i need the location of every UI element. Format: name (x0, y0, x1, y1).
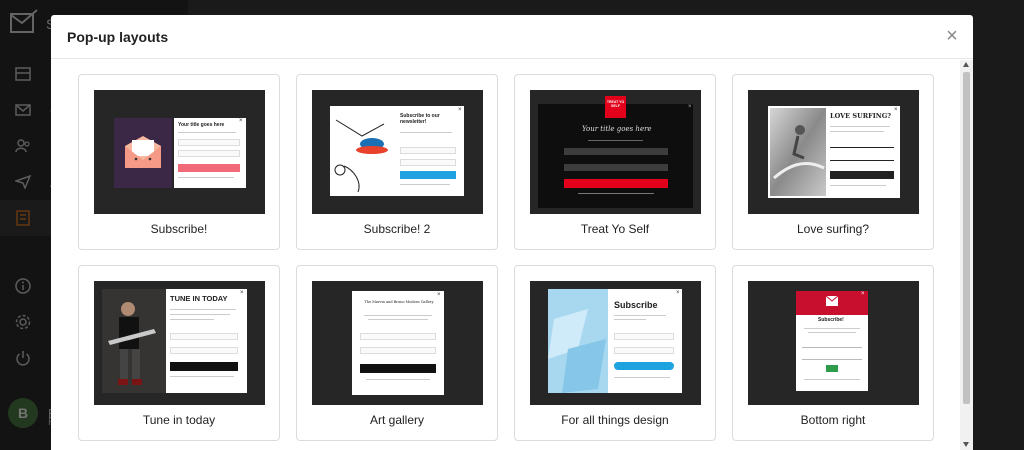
layout-card-subscribe[interactable]: × Your title goes here Subscribe! (78, 74, 280, 250)
layout-card-label: Tune in today (142, 413, 216, 427)
layout-preview: × Subscribe (530, 281, 701, 405)
preview-title: Your title goes here (178, 122, 225, 128)
preview-title: Subscribe to our newsletter! (400, 113, 440, 125)
layout-preview: × TUNE IN TODAY (94, 281, 265, 405)
scroll-up-arrow-icon[interactable] (963, 62, 969, 67)
envelope-icon (825, 295, 839, 306)
preview-title: The Marvin and Bruno Modern Gallery (364, 300, 434, 304)
layout-grid: × Your title goes here Subscribe! × Subs… (78, 74, 934, 441)
layout-card-love-surfing[interactable]: × LOVE SURFING? Love surfing? (732, 74, 934, 250)
preview-title: Subscribe (614, 300, 658, 310)
preview-title: LOVE SURFING? (830, 112, 892, 120)
surfer-photo (770, 108, 826, 196)
preview-title: TUNE IN TODAY (170, 294, 228, 303)
preview-title: Your title goes here (582, 125, 652, 133)
modal-scrollbar[interactable] (960, 60, 973, 450)
layout-card-label: Subscribe! (150, 222, 208, 236)
layout-preview: × Your title goes here (94, 90, 265, 214)
envelope-illustration-icon (125, 136, 161, 168)
layout-card-art-gallery[interactable]: × The Marvin and Bruno Modern Gallery Ar… (296, 265, 498, 441)
layout-preview: × LOVE SURFING? (748, 90, 919, 214)
close-icon[interactable]: × (943, 26, 961, 46)
layout-card-label: Treat Yo Self (580, 222, 650, 236)
modal-body: × Your title goes here Subscribe! × Subs… (51, 60, 973, 450)
abstract-shapes-illustration (548, 289, 608, 393)
modal-title: Pop-up layouts (67, 28, 169, 45)
layout-card-bottom-right[interactable]: × Subscribe! Bottom right (732, 265, 934, 441)
layout-preview: TREAT YO SELF × Your title goes here (530, 90, 701, 214)
layout-card-for-all-things-design[interactable]: × Subscribe For all things design (514, 265, 716, 441)
popup-layouts-modal: Pop-up layouts × × Your title goes here (51, 15, 973, 450)
layout-card-label: Art gallery (369, 413, 425, 427)
preview-badge: TREAT YO SELF (605, 96, 626, 118)
cartoon-illustration-icon (334, 119, 388, 193)
layout-card-label: Love surfing? (796, 222, 870, 236)
layout-card-subscribe-2[interactable]: × Subscribe to our newsletter! Subscribe… (296, 74, 498, 250)
layout-card-label: For all things design (561, 413, 669, 427)
layout-card-tune-in-today[interactable]: × TUNE IN TODAY Tune in today (78, 265, 280, 441)
scroll-down-arrow-icon[interactable] (963, 442, 969, 447)
layout-preview: × Subscribe to our newsletter! (312, 90, 483, 214)
preview-title: Subscribe! (818, 317, 844, 323)
scroll-thumb[interactable] (963, 72, 970, 404)
layout-preview: × Subscribe! (748, 281, 919, 405)
layout-preview: × The Marvin and Bruno Modern Gallery (312, 281, 483, 405)
layout-card-treat-yo-self[interactable]: TREAT YO SELF × Your title goes here Tre… (514, 74, 716, 250)
layout-card-label: Bottom right (800, 413, 866, 427)
layout-card-label: Subscribe! 2 (363, 222, 431, 236)
guitarist-photo (102, 289, 166, 393)
modal-header: Pop-up layouts (51, 15, 973, 59)
